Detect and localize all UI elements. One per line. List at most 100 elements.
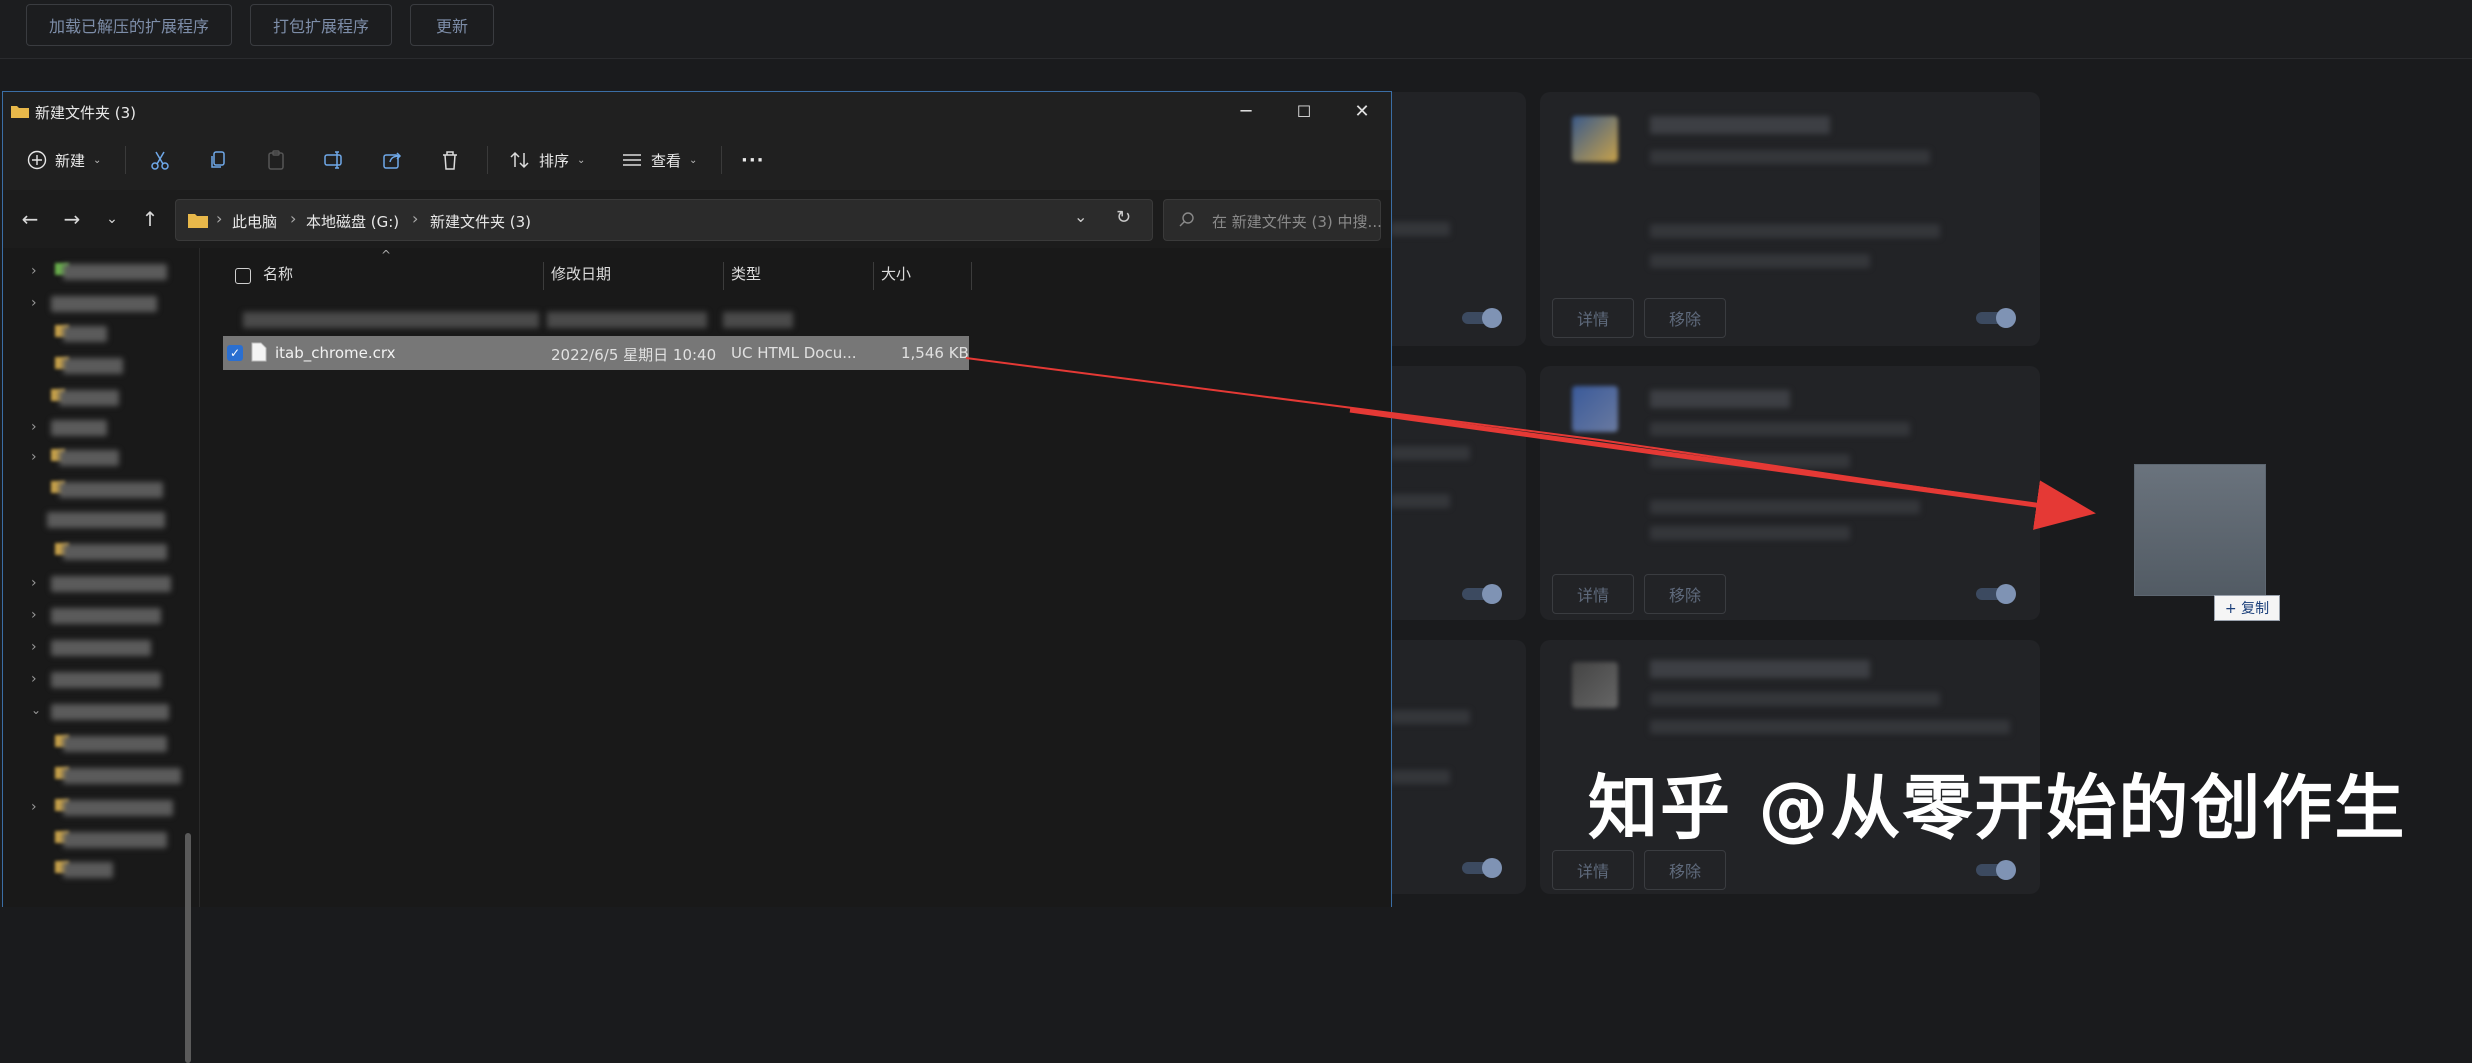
breadcrumb-this-pc[interactable]: 此电脑 (232, 211, 277, 232)
view-label: 查看 (651, 151, 682, 170)
breadcrumb-separator: › (290, 209, 297, 228)
nav-pane-scrollbar[interactable] (185, 833, 191, 1063)
column-header-name[interactable]: 名称 (263, 258, 293, 288)
tree-item[interactable] (3, 476, 199, 504)
tree-item[interactable]: › (3, 258, 199, 286)
extension-toggle[interactable] (1462, 308, 1502, 328)
extension-toggle[interactable] (1462, 584, 1502, 604)
tree-item[interactable]: › (3, 666, 199, 694)
tree-item[interactable]: › (3, 570, 199, 598)
breadcrumb-current-folder[interactable]: 新建文件夹 (3) (430, 211, 531, 232)
chevron-down-icon: ⌄ (106, 211, 118, 227)
tree-item[interactable]: › (3, 602, 199, 630)
tree-item[interactable] (3, 506, 199, 534)
address-dropdown-icon[interactable]: ⌄ (1074, 207, 1087, 226)
rename-icon (324, 151, 342, 169)
tree-item[interactable] (3, 352, 199, 380)
search-box[interactable]: 在 新建文件夹 (3) 中搜... (1163, 199, 1382, 241)
folder-icon (11, 106, 29, 118)
column-header-type[interactable]: 类型 (731, 258, 761, 288)
file-explorer-window: 新建文件夹 (3) ─ ☐ ✕ 新建 ⌄ 排序 ⌄ 查看 ⌄ ··· ← → ⌄… (2, 91, 1392, 1063)
file-modified: 2022/6/5 星期日 10:40 (551, 346, 717, 364)
folder-icon (188, 214, 208, 228)
forward-button[interactable]: → (57, 204, 87, 234)
chevron-down-icon: ⌄ (689, 154, 698, 166)
tree-item[interactable]: › (3, 794, 199, 822)
title-bar[interactable]: 新建文件夹 (3) ─ ☐ ✕ (3, 92, 1391, 130)
file-row-selected[interactable]: ✓ itab_chrome.crx 2022/6/5 星期日 10:40 UC … (223, 336, 969, 370)
up-button[interactable]: ↑ (135, 204, 165, 234)
refresh-icon[interactable]: ↻ (1116, 207, 1131, 228)
select-all-checkbox[interactable] (235, 268, 251, 284)
zhihu-watermark: 知乎 @从零开始的创作生 (1588, 767, 2407, 849)
sort-label: 排序 (539, 151, 570, 170)
breadcrumb-local-disk[interactable]: 本地磁盘 (G:) (306, 211, 399, 232)
back-button[interactable]: ← (15, 204, 45, 234)
details-button[interactable]: 详情 (1552, 574, 1634, 614)
file-list: ^ 名称 修改日期 类型 大小 ✓ itab_chrome.crx 2022/6… (203, 248, 1391, 907)
scissors-icon (151, 151, 169, 170)
new-button[interactable]: 新建 ⌄ (27, 144, 101, 176)
tree-item[interactable]: › (3, 414, 199, 442)
update-button[interactable]: 更新 (410, 4, 494, 46)
remove-button[interactable]: 移除 (1644, 298, 1726, 338)
sort-button[interactable]: 排序 ⌄ (509, 144, 585, 176)
column-header-modified[interactable]: 修改日期 (551, 258, 611, 288)
copy-badge: + 复制 (2214, 595, 2280, 621)
details-button[interactable]: 详情 (1552, 298, 1634, 338)
tree-item[interactable] (3, 762, 199, 790)
file-row-blurred[interactable] (243, 312, 539, 328)
minimize-button[interactable]: ─ (1217, 92, 1275, 130)
tree-item[interactable]: › (3, 444, 199, 472)
copy-button[interactable] (207, 144, 229, 176)
close-button[interactable]: ✕ (1333, 92, 1391, 130)
extension-card: 详情 移除 (1540, 366, 2040, 620)
share-button[interactable] (381, 144, 403, 176)
extension-toggle[interactable] (1976, 308, 2016, 328)
recent-locations-button[interactable]: ⌄ (97, 204, 127, 234)
extension-toggle[interactable] (1462, 858, 1502, 878)
drag-ghost-thumbnail (2134, 464, 2266, 596)
rename-button[interactable] (323, 144, 345, 176)
remove-button[interactable]: 移除 (1644, 574, 1726, 614)
tree-item[interactable]: › (3, 634, 199, 662)
remove-button[interactable]: 移除 (1644, 850, 1726, 890)
arrow-right-icon: → (63, 207, 81, 231)
tree-item[interactable]: ⌄ (3, 698, 199, 726)
column-header-size[interactable]: 大小 (881, 258, 911, 288)
tree-item[interactable] (3, 384, 199, 412)
tree-item[interactable] (3, 856, 199, 884)
command-bar: 新建 ⌄ 排序 ⌄ 查看 ⌄ ··· (3, 130, 1391, 191)
tree-item[interactable] (3, 730, 199, 758)
tree-item[interactable] (3, 826, 199, 854)
more-options-button[interactable]: ··· (741, 144, 765, 176)
cut-button[interactable] (149, 144, 171, 176)
details-button[interactable]: 详情 (1552, 850, 1634, 890)
extension-toggle[interactable] (1976, 860, 2016, 880)
plus-circle-icon (27, 150, 47, 170)
extension-card: 详情 移除 (1540, 92, 2040, 346)
delete-button[interactable] (439, 144, 461, 176)
extension-toggle[interactable] (1976, 584, 2016, 604)
maximize-button[interactable]: ☐ (1275, 92, 1333, 130)
tree-item[interactable] (3, 538, 199, 566)
view-button[interactable]: 查看 ⌄ (621, 144, 697, 176)
tree-item[interactable]: › (3, 290, 199, 318)
arrow-up-icon: ↑ (141, 207, 159, 231)
file-icon (251, 342, 267, 362)
breadcrumb-separator: › (412, 209, 419, 228)
address-bar[interactable]: › 此电脑 › 本地磁盘 (G:) › 新建文件夹 (3) ⌄ ↻ (175, 199, 1153, 241)
file-type: UC HTML Docu... (731, 344, 857, 362)
sort-icon (510, 151, 529, 169)
paste-button[interactable] (265, 144, 287, 176)
navigation-bar: ← → ⌄ ↑ › 此电脑 › 本地磁盘 (G:) › 新建文件夹 (3) ⌄ … (3, 190, 1391, 248)
paste-icon (268, 150, 284, 170)
new-label: 新建 (55, 151, 86, 170)
search-icon (1179, 212, 1194, 227)
file-size: 1,546 KB (901, 344, 969, 362)
row-checkbox-checked[interactable]: ✓ (227, 345, 243, 361)
load-unpacked-button[interactable]: 加载已解压的扩展程序 (26, 4, 232, 46)
pack-extension-button[interactable]: 打包扩展程序 (250, 4, 392, 46)
navigation-pane: › › › › › › › › ⌄ › (3, 248, 200, 1063)
tree-item[interactable] (3, 320, 199, 348)
